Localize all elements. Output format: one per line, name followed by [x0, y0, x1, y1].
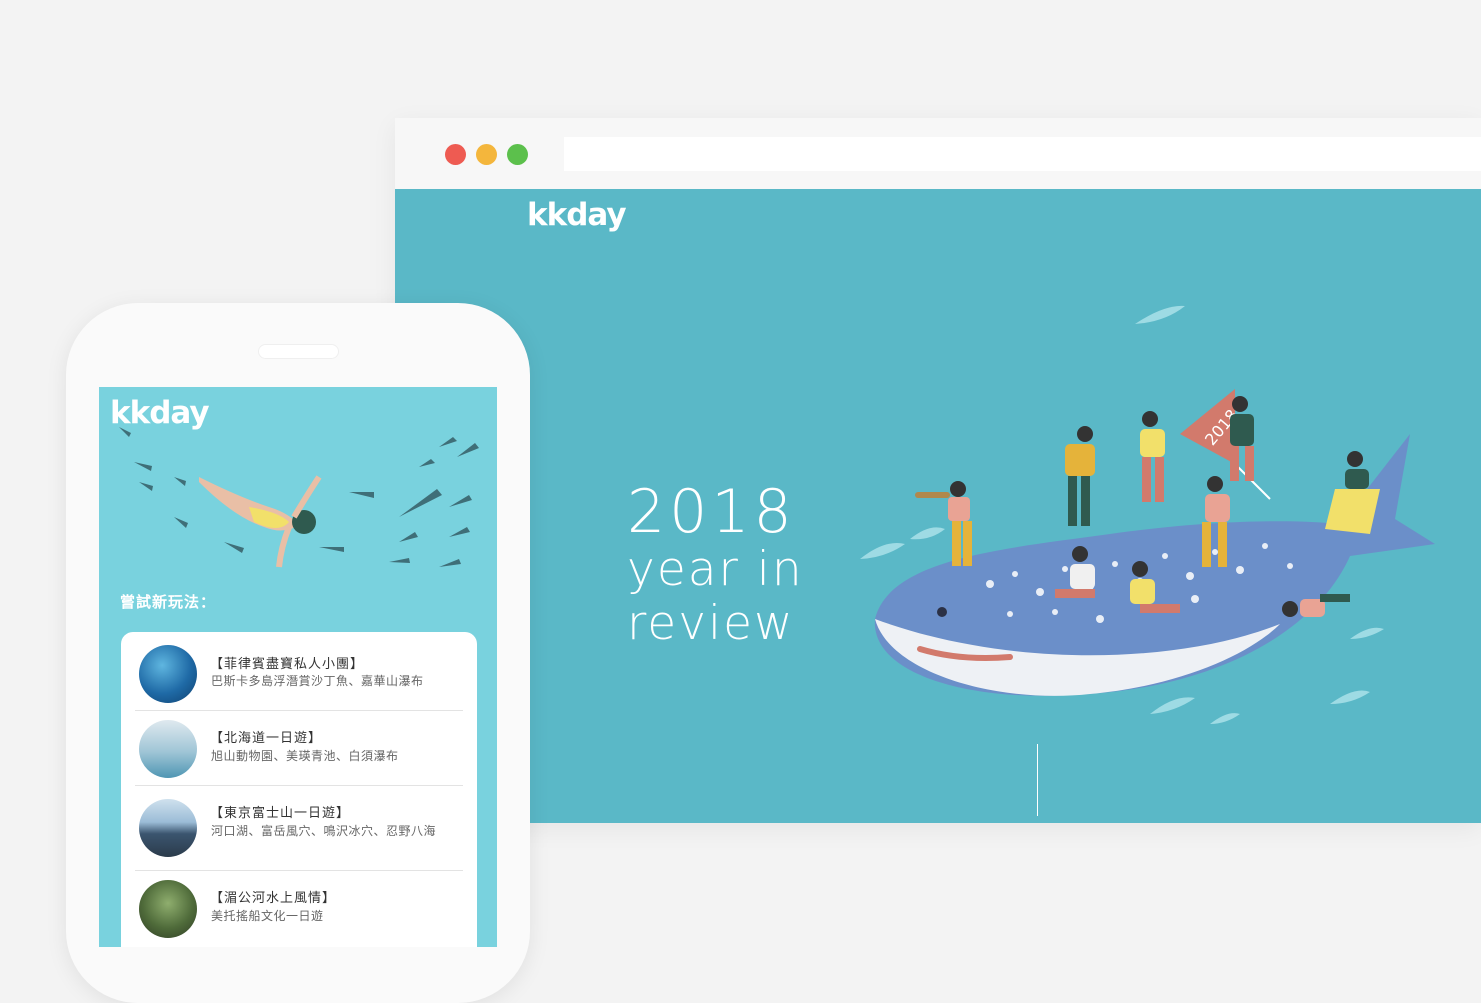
recommendation-card: 【菲律賓盡寶私人小團】 巴斯卡多島浮潛賞沙丁魚、嘉華山瀑布 【北海道一日遊】 旭…	[121, 632, 477, 947]
mountain-photo-icon	[139, 799, 197, 857]
headline-line3: review	[627, 596, 795, 651]
headline-line2: year in	[627, 542, 804, 597]
desktop-browser-window: kkday 2018 year in review 2018	[395, 118, 1481, 823]
swimmer-fish-illustration	[119, 427, 479, 568]
mobile-screen: kkday 嘗試新玩法： 【菲律賓盡寶私人小團】 巴斯卡多島浮潛賞沙丁魚、嘉華山…	[99, 387, 497, 947]
ocean-photo-icon	[139, 645, 197, 703]
browser-title-bar	[395, 118, 1481, 189]
river-boat-photo-icon	[139, 880, 197, 938]
list-item[interactable]: 【菲律賓盡寶私人小團】 巴斯卡多島浮潛賞沙丁魚、嘉華山瀑布	[135, 632, 463, 711]
lake-photo-icon	[139, 720, 197, 778]
list-item[interactable]: 【湄公河水上風情】 美托搖船文化一日遊	[135, 871, 463, 941]
item-title: 【湄公河水上風情】	[210, 891, 337, 906]
mobile-phone-frame: kkday 嘗試新玩法： 【菲律賓盡寶私人小團】 巴斯卡多島浮潛賞沙丁魚、嘉華山…	[66, 303, 530, 1003]
maximize-window-button[interactable]	[507, 144, 528, 165]
item-title: 【北海道一日遊】	[210, 731, 323, 746]
item-title: 【東京富士山一日遊】	[210, 806, 351, 821]
minimize-window-button[interactable]	[476, 144, 497, 165]
swimmer	[199, 475, 322, 568]
item-desc: 河口湖、富岳風穴、鳴沢冰穴、忍野八海	[211, 824, 437, 838]
list-item[interactable]: 【北海道一日遊】 旭山動物園、美瑛青池、白須瀑布	[135, 711, 463, 786]
whale-shark-illustration: 2018	[860, 305, 1435, 724]
item-title: 【菲律賓盡寶私人小團】	[210, 657, 365, 672]
address-bar[interactable]	[564, 137, 1481, 171]
section-title: 嘗試新玩法：	[120, 593, 217, 611]
kkday-logo[interactable]: kkday	[527, 197, 627, 233]
item-desc: 美托搖船文化一日遊	[211, 909, 324, 923]
item-desc: 巴斯卡多島浮潛賞沙丁魚、嘉華山瀑布	[211, 674, 424, 688]
close-window-button[interactable]	[445, 144, 466, 165]
headline: 2018 year in review	[627, 481, 827, 651]
headline-year: 2018	[627, 477, 796, 547]
list-item[interactable]: 【東京富士山一日遊】 河口湖、富岳風穴、鳴沢冰穴、忍野八海	[135, 786, 463, 871]
hero-section: kkday 2018 year in review 2018	[395, 189, 1481, 823]
item-desc: 旭山動物園、美瑛青池、白須瀑布	[211, 749, 399, 763]
scroll-indicator-line	[1037, 744, 1038, 816]
phone-speaker	[258, 344, 339, 359]
